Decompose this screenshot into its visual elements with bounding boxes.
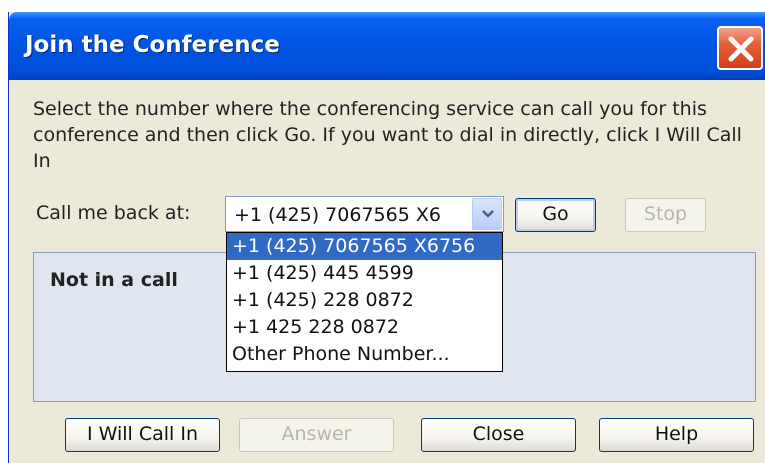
dropdown-toggle[interactable] — [472, 198, 502, 230]
callback-number-select[interactable]: +1 (425) 7067565 X6 — [225, 196, 504, 232]
go-button[interactable]: Go — [515, 198, 596, 232]
dropdown-option[interactable]: +1 (425) 445 4599 — [227, 260, 502, 287]
go-button-label: Go — [542, 203, 569, 225]
help-button[interactable]: Help — [599, 418, 754, 452]
conference-dialog: Join the Conference Select the number wh… — [8, 12, 765, 463]
i-will-call-in-button[interactable]: I Will Call In — [65, 418, 220, 452]
dialog-body: Select the number where the conferencing… — [9, 80, 765, 463]
close-icon — [728, 36, 754, 62]
close-window-button[interactable] — [717, 26, 763, 70]
instructions-text: Select the number where the conferencing… — [33, 98, 742, 172]
callback-number-dropdown[interactable]: +1 (425) 7067565 X6756 +1 (425) 445 4599… — [226, 232, 503, 372]
stop-button-label: Stop — [643, 203, 688, 225]
dropdown-option[interactable]: +1 (425) 7067565 X6756 — [227, 233, 502, 260]
answer-button-label: Answer — [281, 423, 352, 445]
i-will-call-in-label: I Will Call In — [86, 423, 199, 445]
stop-button[interactable]: Stop — [625, 198, 706, 232]
dropdown-option[interactable]: +1 (425) 228 0872 — [227, 287, 502, 314]
answer-button[interactable]: Answer — [239, 418, 394, 452]
dropdown-option-other[interactable]: Other Phone Number... — [227, 341, 502, 368]
callback-selected-value: +1 (425) 7067565 X6 — [234, 204, 441, 226]
help-button-label: Help — [654, 423, 699, 445]
dropdown-option[interactable]: +1 425 228 0872 — [227, 314, 502, 341]
callback-label: Call me back at: — [36, 202, 191, 224]
window-title: Join the Conference — [25, 32, 280, 58]
chevron-down-icon — [482, 210, 494, 218]
close-button[interactable]: Close — [421, 418, 576, 452]
call-status-text: Not in a call — [50, 269, 178, 291]
close-button-label: Close — [472, 423, 525, 445]
title-bar[interactable]: Join the Conference — [9, 12, 765, 80]
